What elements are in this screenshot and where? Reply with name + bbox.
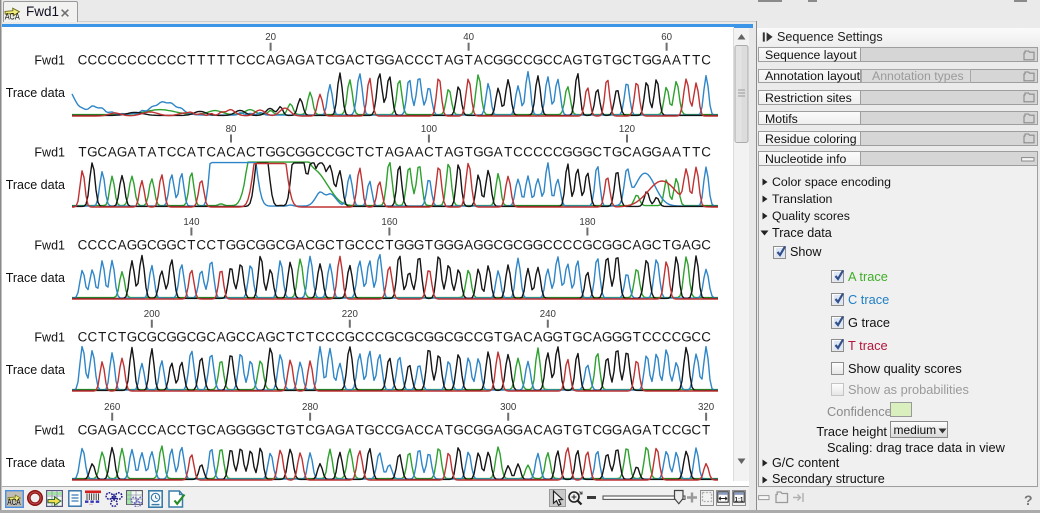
svg-text:TGCAGATATCCATCACACTGGCGGCCGCTC: TGCAGATATCCATCACACTGGCGGCCGCTCTAGAACTAGT… [78,144,711,159]
svg-text:Trace data: Trace data [6,86,65,100]
svg-text:240: 240 [540,309,557,320]
svg-text:160: 160 [381,217,398,228]
svg-text:220: 220 [342,309,359,320]
svg-text:320: 320 [698,402,715,413]
svg-text:180: 180 [579,217,596,228]
svg-text:100: 100 [421,124,438,135]
svg-text:ACA: ACA [5,11,21,20]
svg-text:Trace data: Trace data [6,363,65,377]
svg-text:ACA: ACA [7,497,21,507]
svg-text:Fwd1: Fwd1 [34,331,65,345]
svg-text:Trace data: Trace data [6,271,65,285]
svg-text:120: 120 [619,124,636,135]
svg-text:CGAGACCCACCTGCAGGGGCTGTCGAGATG: CGAGACCCACCTGCAGGGGCTGTCGAGATGCCGACCATGC… [78,423,711,438]
svg-text:CCCCAGGCGGCTCCTGGCGGCGACGCTGCC: CCCCAGGCGGCTCCTGGCGGCGACGCTGCCCTGGGTGGGA… [78,237,712,252]
svg-text:Fwd1: Fwd1 [34,54,65,68]
svg-text:Trace data: Trace data [6,456,65,470]
svg-text:Fwd1: Fwd1 [34,424,65,438]
svg-text:260: 260 [104,402,121,413]
svg-text:Fwd1: Fwd1 [34,145,65,159]
svg-text:80: 80 [226,124,237,135]
svg-text:1:1: 1:1 [735,497,744,503]
svg-text:140: 140 [183,217,200,228]
svg-text:40: 40 [463,32,474,43]
svg-text:200: 200 [144,309,161,320]
svg-text:Trace data: Trace data [6,178,65,192]
svg-text:280: 280 [302,402,319,413]
svg-text:CCTCTGCGCGGCGCAGCCAGCTCTCCCGCC: CCTCTGCGCGGCGCAGCCAGCTCTCCCGCCCGCGCGGCGC… [78,330,712,345]
svg-text:Fwd1: Fwd1 [34,238,65,252]
svg-text:20: 20 [265,32,276,43]
svg-text:60: 60 [661,32,672,43]
svg-text:300: 300 [500,402,517,413]
svg-text:CCCCCCCCCCCTTTTTCCCAGAGATCGACT: CCCCCCCCCCCTTTTTCCCAGAGATCGACTGGACCCTAGT… [78,53,712,68]
